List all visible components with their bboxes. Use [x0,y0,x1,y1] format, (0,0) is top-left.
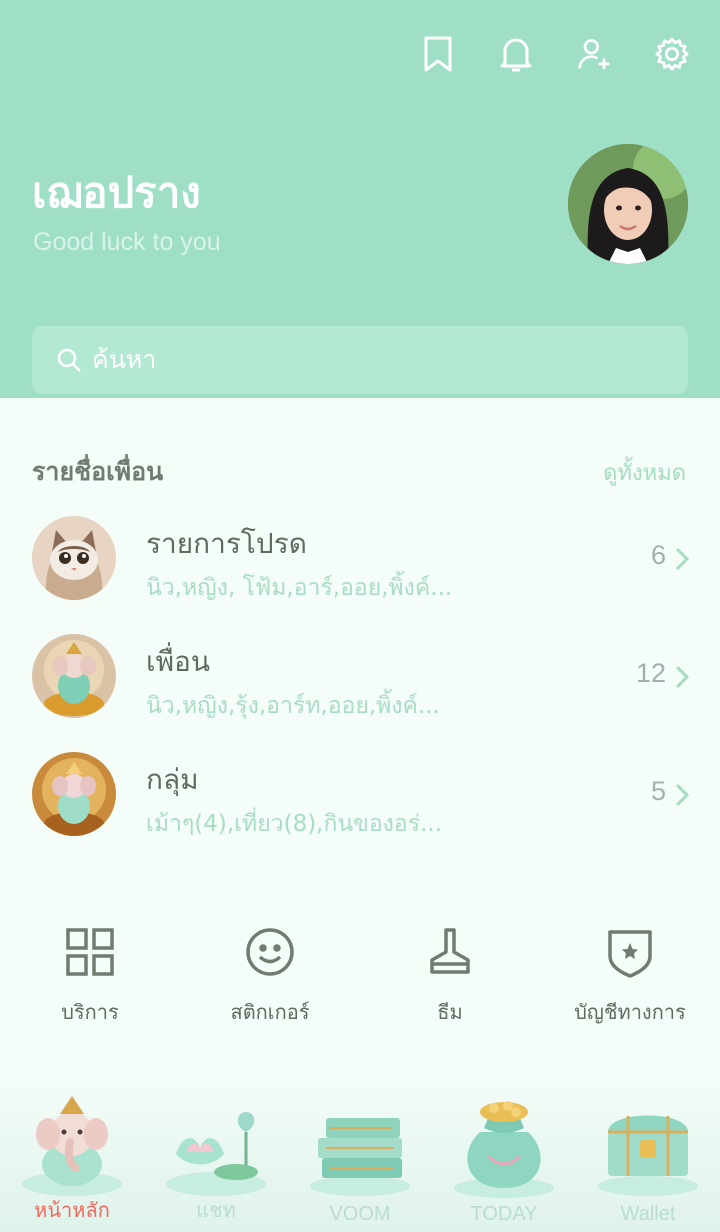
stickers-label: สติกเกอร์ [230,1000,310,1024]
see-all-link[interactable]: ดูทั้งหมด [603,455,686,490]
tab-today[interactable]: TODAY [432,1088,576,1232]
themes-shortcut[interactable]: ธีม [360,926,540,1028]
official-accounts-label: บัญชีทางการ [574,1000,686,1024]
services-label: บริการ [61,1000,119,1024]
tab-home[interactable]: หน้าหลัก [0,1088,144,1232]
books-icon [310,1118,410,1196]
bottom-navigation: หน้าหลัก แชท VOOM TODAY Wallet [0,1088,720,1232]
ganesha-gold-avatar [32,752,116,836]
chevron-right-icon [675,665,690,689]
smiley-icon [246,928,294,976]
tab-home-label: หน้าหลัก [34,1200,110,1222]
groups-row[interactable]: กลุ่ม เม้าๆ(4),เที่ยว(8),กินของอร่... 5 [0,752,720,852]
shortcut-bar: บริการ สติกเกอร์ ธีม บัญชีทางการ [0,926,720,1036]
search-icon [57,348,81,372]
themes-label: ธีม [437,1000,463,1024]
groups-title: กลุ่ม [146,763,199,796]
profile-name[interactable]: เฌอปราง [32,160,201,226]
services-shortcut[interactable]: บริการ [0,926,180,1028]
header-actions [418,32,692,76]
grid-icon [66,928,114,976]
money-bag-icon [454,1101,554,1198]
search-bar[interactable]: ค้นหา [32,326,688,394]
friends-members: นิว,หญิง,รุ้ง,อาร์ท,ออย,พิ้งค์... [146,693,440,719]
stickers-shortcut[interactable]: สติกเกอร์ [180,926,360,1028]
groups-members: เม้าๆ(4),เที่ยว(8),กินของอร่... [146,811,443,837]
bell-icon[interactable] [496,32,536,76]
cat-avatar [32,516,116,600]
chevron-right-icon [675,783,690,807]
favorites-count: 6 [650,540,666,570]
bookmark-icon[interactable] [418,32,458,76]
favorites-members: นิว,หญิง, โฟ้ม,อาร์,ออย,พิ้งค์... [146,575,453,601]
friends-title: เพื่อน [146,645,210,678]
brush-icon [430,928,470,974]
friends-count: 12 [635,658,666,688]
gear-icon[interactable] [652,32,692,76]
lotus-icon [166,1112,266,1196]
tab-chat[interactable]: แชท [144,1088,288,1232]
profile-header: เฌอปราง Good luck to you ค้นหา [0,0,720,398]
tab-wallet-label: Wallet [620,1203,676,1225]
shield-star-icon [608,930,652,978]
favorites-title: รายการโปรด [146,527,307,560]
official-accounts-shortcut[interactable]: บัญชีทางการ [540,926,720,1028]
tab-chat-label: แชท [196,1200,236,1222]
groups-count: 5 [650,776,666,806]
tab-voom[interactable]: VOOM [288,1088,432,1232]
tab-wallet[interactable]: Wallet [576,1088,720,1232]
avatar[interactable] [568,144,688,264]
add-friend-icon[interactable] [574,32,614,76]
ganesha-avatar [32,634,116,718]
favorites-row[interactable]: รายการโปรด นิว,หญิง, โฟ้ม,อาร์,ออย,พิ้งค… [0,516,720,616]
tab-today-label: TODAY [470,1203,538,1225]
friends-section-title: รายชื่อเพื่อน [32,457,164,486]
chevron-right-icon [675,547,690,571]
treasure-chest-icon [598,1115,698,1196]
search-placeholder: ค้นหา [92,345,157,374]
friends-row[interactable]: เพื่อน นิว,หญิง,รุ้ง,อาร์ท,ออย,พิ้งค์...… [0,634,720,734]
status-message[interactable]: Good luck to you [33,228,221,257]
tab-voom-label: VOOM [329,1203,391,1225]
ganesha-icon [22,1096,122,1196]
